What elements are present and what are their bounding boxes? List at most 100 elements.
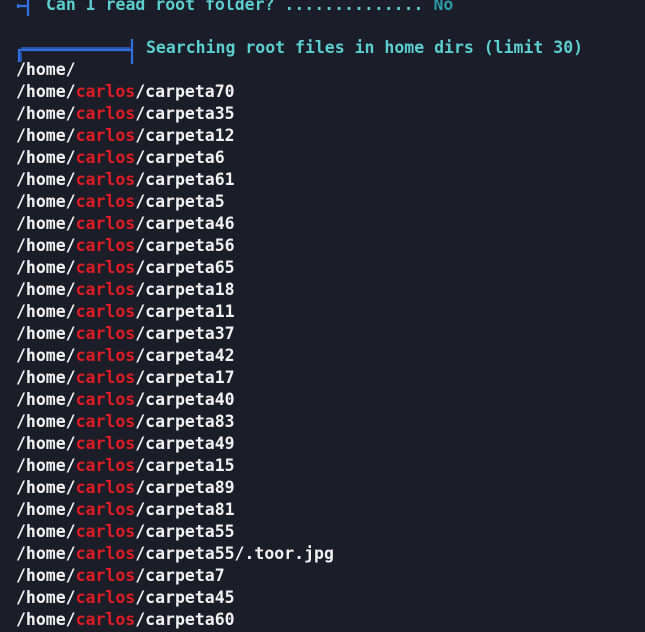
path-line: /home/carlos/carpeta42 [16,345,334,367]
path-prefix: /home/ [16,456,76,475]
path-line: /home/carlos/carpeta45 [16,587,334,609]
path-prefix: /home/ [16,588,76,607]
path-user: carlos [75,588,136,607]
path-line: /home/carlos/carpeta6 [16,147,334,169]
path-prefix: /home/ [16,500,76,519]
path-line: /home/carlos/carpeta83 [16,411,334,433]
path-user: carlos [75,478,136,497]
path-prefix: /home/ [16,368,76,387]
path-line: /home/carlos/carpeta81 [16,499,334,521]
path-line: /home/carlos/carpeta5 [16,191,334,213]
path-line: /home/carlos/carpeta49 [16,433,334,455]
path-prefix: /home/ [16,522,76,541]
section-title: Searching root files in home dirs (limit… [146,38,584,57]
path-user: carlos [75,456,136,475]
path-user: carlos [75,192,136,211]
path-prefix: /home/ [16,170,76,189]
path-user: carlos [75,170,136,189]
path-line: /home/carlos/carpeta40 [16,389,334,411]
path-rest: /carpeta56 [135,236,235,255]
path-prefix: /home/ [16,478,76,497]
path-line: /home/carlos/carpeta60 [16,609,334,631]
path-rest: /carpeta46 [135,214,235,233]
path-user: carlos [75,126,136,145]
path-rest: /carpeta65 [135,258,235,277]
path-prefix: /home/ [16,544,76,563]
path-user: carlos [75,566,136,585]
path-prefix: /home/ [16,324,76,343]
path-rest: /carpeta60 [135,610,235,629]
path-user: carlos [75,500,136,519]
path-user: carlos [75,610,136,629]
path-prefix: /home/ [16,148,76,167]
path-line: /home/carlos/carpeta89 [16,477,334,499]
path-user: carlos [75,236,136,255]
path-rest: /carpeta89 [135,478,235,497]
path-rest: /carpeta18 [135,280,235,299]
path-line: /home/carlos/carpeta46 [16,213,334,235]
path-rest: /carpeta49 [135,434,235,453]
path-rest: /carpeta6 [135,148,225,167]
path-user: carlos [75,280,136,299]
path-user: carlos [75,302,136,321]
path-user: carlos [75,82,136,101]
path-rest: /carpeta15 [135,456,235,475]
path-line: /home/carlos/carpeta37 [16,323,334,345]
path-line: /home/carlos/carpeta7 [16,565,334,587]
home-root-line: /home/ [16,60,76,79]
terminal-output: Can I read root folder? .............. N… [0,0,645,632]
path-rest: /carpeta55/.toor.jpg [135,544,334,563]
path-user: carlos [75,434,136,453]
path-line: /home/carlos/carpeta11 [16,301,334,323]
path-rest: /carpeta61 [135,170,235,189]
path-prefix: /home/ [16,82,76,101]
path-rest: /carpeta45 [135,588,235,607]
path-rest: /carpeta81 [135,500,235,519]
path-line: /home/carlos/carpeta18 [16,279,334,301]
path-rest: /carpeta7 [135,566,225,585]
path-rest: /carpeta35 [135,104,235,123]
path-prefix: /home/ [16,104,76,123]
path-prefix: /home/ [16,412,76,431]
path-line: /home/carlos/carpeta61 [16,169,334,191]
path-rest: /carpeta11 [135,302,235,321]
tree-branch-icon [16,0,30,16]
path-user: carlos [75,324,136,343]
path-prefix: /home/ [16,302,76,321]
path-rest: /carpeta12 [135,126,235,145]
path-line: /home/carlos/carpeta55/.toor.jpg [16,543,334,565]
path-user: carlos [75,148,136,167]
path-rest: /carpeta70 [135,82,235,101]
path-line: /home/carlos/carpeta12 [16,125,334,147]
path-rest: /carpeta40 [135,390,235,409]
path-rest: /carpeta55 [135,522,235,541]
path-rest: /carpeta37 [135,324,235,343]
path-user: carlos [75,346,136,365]
path-line: /home/carlos/carpeta15 [16,455,334,477]
path-user: carlos [75,390,136,409]
path-prefix: /home/ [16,346,76,365]
path-prefix: /home/ [16,610,76,629]
path-user: carlos [75,258,136,277]
previous-check-label: Can I read root folder? .............. [46,0,424,14]
path-rest: /carpeta5 [135,192,225,211]
path-line: /home/carlos/carpeta17 [16,367,334,389]
path-rest: /carpeta83 [135,412,235,431]
path-line: /home/carlos/carpeta56 [16,235,334,257]
path-prefix: /home/ [16,236,76,255]
path-list: /home/ /home/carlos/carpeta70/home/carlo… [0,59,334,631]
path-line: /home/carlos/carpeta65 [16,257,334,279]
path-user: carlos [75,522,136,541]
path-prefix: /home/ [16,434,76,453]
previous-check-line: Can I read root folder? .............. N… [46,0,453,16]
path-prefix: /home/ [16,566,76,585]
path-prefix: /home/ [16,280,76,299]
path-prefix: /home/ [16,214,76,233]
path-line: /home/carlos/carpeta55 [16,521,334,543]
path-user: carlos [75,214,136,233]
path-user: carlos [75,544,136,563]
path-user: carlos [75,104,136,123]
path-line: /home/carlos/carpeta70 [16,81,334,103]
path-rest: /carpeta42 [135,346,235,365]
path-rest: /carpeta17 [135,368,235,387]
